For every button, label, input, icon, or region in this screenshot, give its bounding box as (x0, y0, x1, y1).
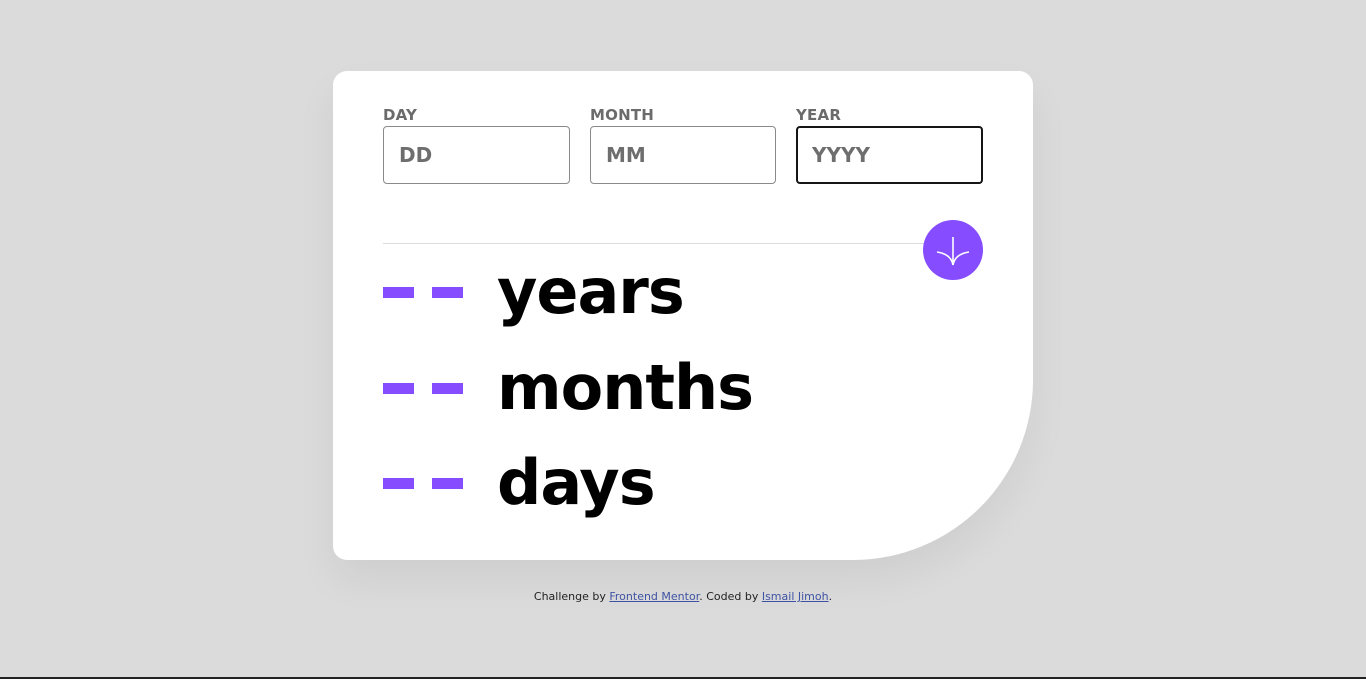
author-link[interactable]: Ismail Jimoh (762, 590, 829, 603)
result-months: months (383, 343, 754, 433)
months-value (383, 382, 463, 394)
attribution: Challenge by Frontend Mentor. Coded by I… (533, 590, 833, 603)
months-unit: months (497, 351, 754, 424)
frontend-mentor-link[interactable]: Frontend Mentor (609, 590, 699, 603)
arrow-down-icon (936, 237, 970, 266)
divider (383, 243, 983, 244)
years-value (383, 286, 463, 298)
result-years: years (383, 247, 685, 337)
month-label: MONTH (590, 106, 655, 124)
years-unit: years (497, 255, 685, 328)
days-value (383, 477, 463, 489)
year-field: YEAR (796, 105, 983, 184)
result-days: days (383, 438, 656, 528)
year-input[interactable] (796, 126, 983, 184)
year-label: YEAR (796, 106, 842, 124)
age-calculator-card: DAY MONTH YEAR years months (333, 71, 1033, 560)
days-unit: days (497, 446, 656, 519)
month-input[interactable] (590, 126, 776, 184)
day-input[interactable] (383, 126, 570, 184)
submit-button[interactable] (923, 220, 983, 280)
day-label: DAY (383, 106, 418, 124)
month-field: MONTH (590, 105, 776, 184)
day-field: DAY (383, 105, 570, 184)
